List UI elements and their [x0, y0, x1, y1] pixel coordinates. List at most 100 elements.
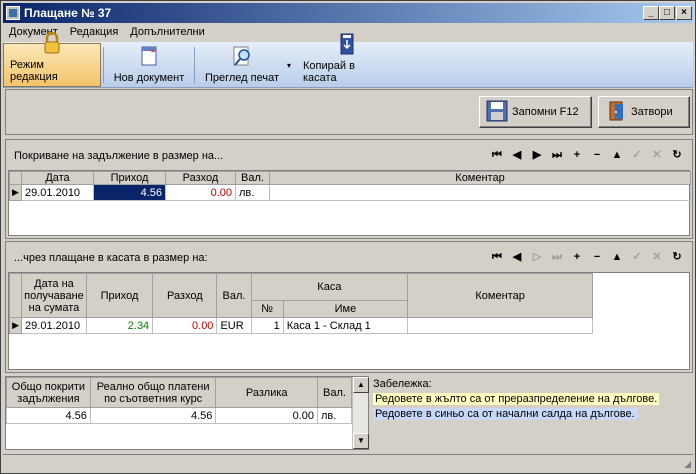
add-record-icon[interactable]: + — [570, 148, 584, 162]
status-bar: ◢ — [3, 454, 693, 472]
payment-window: Плащане № 37 _ □ × Документ Редакция Доп… — [0, 0, 696, 474]
cell-income[interactable]: 4.56 — [93, 184, 166, 201]
print-preview-button[interactable]: Преглед печат — [197, 43, 287, 87]
col-total-covered[interactable]: Общо покрити задължения — [6, 377, 91, 408]
cell-cash-name[interactable]: Каса 1 - Склад 1 — [282, 317, 409, 334]
cell-currency[interactable]: лв. — [317, 407, 352, 424]
col-date[interactable]: Дата — [21, 171, 94, 185]
obligations-section: Покриване на задължение в размер на... ⏮… — [5, 139, 693, 239]
note-panel: Забележка: Редовете в жълто са от прераз… — [373, 378, 689, 438]
save-button[interactable]: Запомни F12 — [479, 96, 592, 128]
maximize-button[interactable]: □ — [659, 6, 675, 20]
cell-currency[interactable]: EUR — [216, 317, 252, 334]
prev-record-icon[interactable]: ◀ — [510, 250, 524, 264]
last-record-icon: ⏭ — [552, 251, 562, 263]
cell-comment[interactable] — [407, 317, 593, 334]
new-document-label: Нов документ — [113, 72, 185, 84]
col-currency[interactable]: Вал. — [235, 171, 270, 185]
col-comment[interactable]: Коментар — [269, 171, 691, 185]
action-panel: Запомни F12 Затвори — [5, 89, 693, 135]
payments-grid: Дата на получаване на сумата Приход Разх… — [8, 272, 690, 370]
close-window-button[interactable]: × — [676, 6, 692, 20]
cell-comment[interactable] — [269, 184, 691, 201]
row-pointer-icon: ▶ — [8, 317, 23, 334]
copy-to-cash-label: Копирай в касата — [303, 60, 355, 84]
col-cash-name[interactable]: Име — [282, 300, 409, 318]
print-dropdown-arrow[interactable]: ▾ — [287, 43, 297, 87]
last-record-icon[interactable]: ⏭ — [550, 148, 564, 162]
cell-date[interactable]: 29.01.2010 — [21, 317, 87, 334]
print-preview-label: Преглед печат — [204, 72, 280, 84]
app-icon — [6, 6, 20, 20]
magnifier-icon — [230, 44, 254, 68]
col-total-paid[interactable]: Реално общо платени по съответния курс — [89, 377, 217, 408]
resize-grip-icon[interactable]: ◢ — [684, 459, 691, 470]
next-record-icon[interactable]: ▶ — [530, 148, 544, 162]
minimize-button[interactable]: _ — [643, 6, 659, 20]
copy-to-cash-button[interactable]: Копирай в касата — [297, 33, 397, 87]
cell-currency[interactable]: лв. — [235, 184, 270, 201]
col-expense[interactable]: Разход — [152, 273, 218, 318]
payments-section: ...чрез плащане в касата в размер на: ⏮ … — [5, 241, 693, 373]
col-expense[interactable]: Разход — [165, 171, 236, 185]
new-document-button[interactable]: Нов документ — [106, 43, 192, 87]
cell-total-covered[interactable]: 4.56 — [6, 407, 91, 424]
floppy-icon — [486, 100, 508, 125]
table-row[interactable]: ▶ 29.01.2010 4.56 0.00 лв. — [9, 184, 691, 201]
post-record-icon: ✓ — [632, 149, 642, 161]
edit-record-icon[interactable]: ▲ — [610, 250, 624, 264]
menu-additional[interactable]: Допълнителни — [124, 26, 210, 38]
cell-difference[interactable]: 0.00 — [215, 407, 319, 424]
col-currency[interactable]: Вал. — [216, 273, 252, 318]
scroll-down-icon[interactable]: ▼ — [353, 433, 369, 449]
first-record-icon[interactable]: ⏮ — [490, 148, 504, 162]
refresh-icon[interactable]: ↻ — [670, 148, 684, 162]
col-cash-group: Каса — [250, 272, 409, 302]
delete-record-icon[interactable]: − — [590, 148, 604, 162]
first-record-icon[interactable]: ⏮ — [490, 250, 504, 264]
window-title: Плащане № 37 — [24, 6, 112, 20]
table-row[interactable]: 4.56 4.56 0.00 лв. — [6, 407, 352, 424]
col-comment[interactable]: Коментар — [407, 273, 593, 318]
toolbar: Режим редакция Нов документ Преглед печа… — [3, 31, 693, 88]
col-currency[interactable]: Вал. — [317, 377, 352, 408]
edit-mode-button[interactable]: Режим редакция — [3, 31, 101, 87]
prev-record-icon[interactable]: ◀ — [510, 148, 524, 162]
row-pointer-icon: ▶ — [9, 184, 22, 201]
close-label: Затвори — [631, 106, 673, 118]
cell-expense[interactable]: 0.00 — [165, 184, 236, 201]
title-bar: Плащане № 37 _ □ × — [3, 3, 693, 23]
payments-nav: ⏮ ◀ ▷ ⏭ + − ▲ ✓ ✕ ↻ — [490, 250, 684, 264]
post-record-icon: ✓ — [632, 251, 642, 263]
toolbar-separator — [194, 47, 195, 83]
col-income[interactable]: Приход — [93, 171, 166, 185]
scroll-up-icon[interactable]: ▲ — [353, 377, 369, 393]
toolbar-separator — [103, 47, 104, 83]
obligations-title: Покриване на задължение в размер на... — [14, 150, 224, 162]
col-difference[interactable]: Разлика — [215, 377, 319, 408]
delete-record-icon[interactable]: − — [590, 250, 604, 264]
summary-scrollbar[interactable]: ▲ ▼ — [352, 377, 369, 449]
payments-title: ...чрез плащане в касата в размер на: — [14, 252, 208, 264]
cancel-record-icon: ✕ — [652, 149, 662, 161]
edit-record-icon[interactable]: ▲ — [610, 148, 624, 162]
cell-income[interactable]: 2.34 — [85, 317, 154, 334]
add-record-icon[interactable]: + — [570, 250, 584, 264]
col-date[interactable]: Дата на получаване на сумата — [21, 273, 87, 318]
col-cash-number[interactable]: № — [250, 300, 284, 318]
table-row[interactable]: ▶ 29.01.2010 2.34 0.00 EUR 1 Каса 1 - Ск… — [8, 317, 593, 334]
note-yellow-text: Редовете в жълто са от преразпределение … — [373, 393, 660, 405]
menu-edit[interactable]: Редакция — [64, 26, 124, 38]
cell-date[interactable]: 29.01.2010 — [21, 184, 94, 201]
cell-total-paid[interactable]: 4.56 — [89, 407, 217, 424]
close-button[interactable]: Затвори — [598, 96, 690, 128]
cell-expense[interactable]: 0.00 — [152, 317, 218, 334]
row-indicator-header — [8, 273, 23, 318]
col-income[interactable]: Приход — [85, 273, 154, 318]
lock-icon — [40, 31, 64, 55]
refresh-icon[interactable]: ↻ — [670, 250, 684, 264]
download-icon — [335, 32, 359, 56]
new-document-icon — [137, 44, 161, 68]
cell-cash-number[interactable]: 1 — [250, 317, 284, 334]
payments-header-row: Дата на получаване на сумата Приход Разх… — [8, 272, 593, 318]
